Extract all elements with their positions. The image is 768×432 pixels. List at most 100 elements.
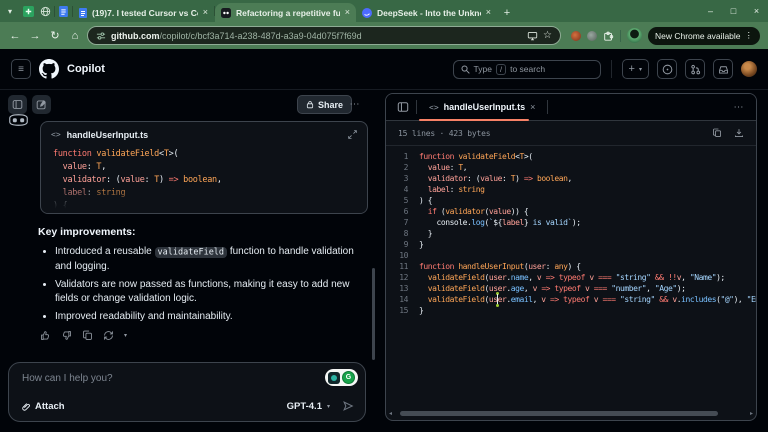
expand-icon[interactable]	[348, 130, 357, 139]
chat-input-toolbar: Attach GPT-4.1 ▾	[20, 399, 354, 413]
reload-icon[interactable]: ↻	[47, 29, 63, 42]
tab-title: (19)7. I tested Cursor vs Copilot	[92, 8, 198, 18]
copilot-chat-panel: Share ⋯ <> handleUserInput.ts function v…	[0, 90, 384, 432]
file-tab[interactable]: <> handleUserInput.ts ×	[421, 94, 543, 120]
attach-button[interactable]: Attach	[35, 401, 65, 412]
bullet-item: Improved readability and maintainability…	[55, 310, 373, 324]
window-maximize-button[interactable]: □	[722, 0, 745, 22]
new-tab-button[interactable]: +	[497, 3, 517, 22]
copy-file-icon[interactable]	[712, 128, 722, 138]
new-chrome-available-button[interactable]: New Chrome available ⋮	[648, 27, 760, 45]
code-line: 10	[386, 250, 756, 261]
code-line: value: T,	[53, 161, 355, 174]
address-bar[interactable]: github.com/copilot/c/bcf3a714-a238-487d-…	[87, 26, 561, 45]
tab-close-icon[interactable]: ×	[486, 8, 491, 17]
file-code-view[interactable]: 1function validateField<T>(2 value: T,3 …	[386, 146, 756, 316]
message-actions: ▾	[40, 330, 127, 341]
header-divider	[547, 100, 548, 114]
file-panel-menu-button[interactable]: ⋯	[729, 98, 748, 117]
send-to-device-icon[interactable]	[527, 31, 538, 41]
bullet-item: Introduced a reusable validateField func…	[55, 245, 373, 273]
chat-input-box[interactable]: How can I help you? G Attach GPT-4.1 ▾	[8, 362, 366, 422]
conversation-menu-button[interactable]: ⋯	[345, 95, 364, 114]
file-tab-close-icon[interactable]: ×	[530, 102, 535, 112]
panel-toggle-button[interactable]	[394, 101, 412, 113]
browser-profile-avatar[interactable]	[627, 28, 642, 43]
window-close-button[interactable]: ×	[745, 0, 768, 22]
forward-icon[interactable]: →	[27, 30, 43, 42]
header-divider	[416, 100, 417, 114]
toolbar-divider	[620, 30, 621, 42]
hamburger-menu-button[interactable]: ≡	[11, 59, 31, 79]
scroll-left-icon[interactable]: ◂	[389, 410, 392, 417]
back-icon[interactable]: ←	[7, 30, 23, 42]
copilot-favicon	[221, 8, 231, 18]
thumbs-down-icon[interactable]	[61, 330, 72, 341]
tab-close-icon[interactable]: ×	[345, 8, 350, 17]
scrollbar-track[interactable]	[394, 411, 748, 416]
issues-button[interactable]	[657, 59, 677, 79]
download-icon[interactable]	[734, 128, 744, 138]
pinned-tab-doc[interactable]	[55, 0, 72, 22]
model-caret-icon[interactable]: ▾	[327, 403, 330, 410]
bookmark-star-icon[interactable]: ☆	[543, 30, 552, 41]
extensions-area: New Chrome available ⋮	[571, 27, 760, 45]
pinned-tab-globe[interactable]	[37, 0, 54, 22]
home-icon[interactable]: ⌂	[67, 30, 83, 42]
extension-icon-1[interactable]	[571, 31, 581, 41]
doc-favicon	[79, 8, 87, 18]
github-search-input[interactable]: Type / to search	[453, 60, 601, 79]
file-code-icon: <>	[429, 103, 439, 112]
window-minimize-button[interactable]: –	[699, 0, 722, 22]
pinned-tab-sheets[interactable]	[20, 0, 37, 22]
file-meta-text: 15 lines · 423 bytes	[398, 129, 490, 138]
github-logo[interactable]	[39, 59, 59, 79]
extensions-puzzle-icon[interactable]	[603, 30, 614, 41]
new-conversation-button[interactable]	[32, 95, 51, 114]
tab-title: DeepSeek - Into the Unknown	[377, 8, 481, 18]
inbox-button[interactable]	[713, 59, 733, 79]
code-line: 12 validateField(user.name, v => typeof …	[386, 272, 756, 283]
code-line: 9}	[386, 239, 756, 250]
code-line: 1function validateField<T>(	[386, 151, 756, 162]
extension-badge-icon[interactable]	[328, 372, 340, 384]
chevron-down-icon: ▾	[639, 66, 642, 73]
extension-overlay-badges[interactable]: G	[325, 369, 358, 386]
model-selector[interactable]: GPT-4.1	[287, 401, 322, 412]
tab-close-icon[interactable]: ×	[203, 8, 208, 17]
create-new-button[interactable]: + ▾	[622, 59, 649, 79]
browser-menu-kebab-icon[interactable]: ⋮	[745, 30, 754, 41]
site-info-icon[interactable]	[96, 31, 106, 41]
copy-icon[interactable]	[82, 330, 93, 341]
window-controls: – □ ×	[699, 0, 768, 22]
thumbs-up-icon[interactable]	[40, 330, 51, 341]
code-line: 3 validator: (value: T) => boolean,	[386, 173, 756, 184]
chat-scrollbar[interactable]	[372, 268, 375, 360]
paperclip-icon[interactable]	[20, 401, 30, 412]
scrollbar-thumb[interactable]	[400, 411, 718, 416]
code-line: if (validator(value)) {	[53, 213, 355, 214]
extension-icon-2[interactable]	[587, 31, 597, 41]
panel-left-icon	[397, 101, 409, 113]
pull-requests-button[interactable]	[685, 59, 705, 79]
tab-search-icon[interactable]: ▾	[0, 0, 20, 22]
chat-sidebar-toggle-button[interactable]	[8, 95, 27, 114]
code-card-filename: handleUserInput.ts	[67, 130, 149, 140]
code-line: 6 if (validator(value)) {	[386, 206, 756, 217]
share-button[interactable]: Share	[297, 95, 352, 114]
file-tab-name: handleUserInput.ts	[444, 102, 526, 112]
browser-tab-1[interactable]: (19)7. I tested Cursor vs Copilot ×	[73, 3, 214, 22]
send-button[interactable]	[342, 400, 354, 412]
retry-sync-icon[interactable]	[103, 330, 114, 341]
browser-tab-3[interactable]: DeepSeek - Into the Unknown ×	[356, 3, 497, 22]
code-line: 8 }	[386, 228, 756, 239]
horizontal-scrollbar[interactable]: ◂ ▸	[389, 409, 753, 418]
extension-gpt-icon[interactable]: G	[342, 371, 355, 384]
chat-code-card[interactable]: <> handleUserInput.ts function validateF…	[40, 121, 368, 214]
scroll-right-icon[interactable]: ▸	[750, 410, 753, 417]
code-line: 5) {	[386, 195, 756, 206]
github-user-avatar[interactable]	[741, 61, 757, 77]
browser-tab-2-active[interactable]: Refactoring a repetitive function ×	[215, 3, 356, 22]
deepseek-favicon	[362, 8, 372, 18]
retry-options-caret-icon[interactable]: ▾	[124, 332, 127, 339]
